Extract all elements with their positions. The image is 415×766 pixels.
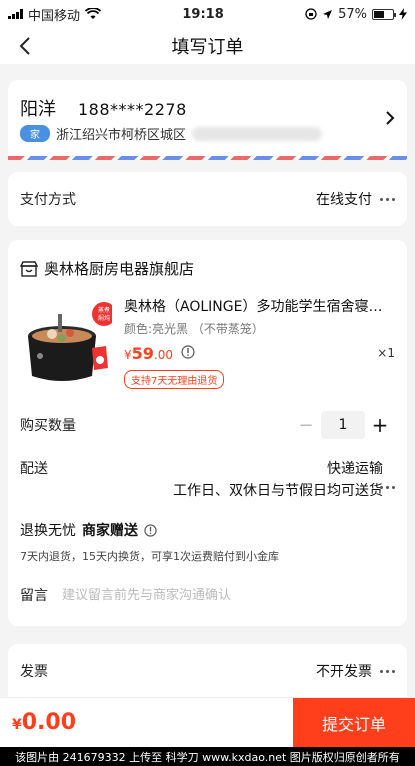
address-stripe — [8, 156, 407, 160]
product-price: ¥ 59 .00 — [124, 344, 195, 363]
price-symbol: ¥ — [124, 348, 132, 362]
service-gift: 商家赠送 — [82, 523, 138, 539]
shop-card: 奥林格厨房电器旗舰店 蒸煮 焖炖 奥林格（AOLINGE）多功能学生宿舍寝… 颜… — [8, 240, 407, 626]
payment-value-wrap: 在线支付 — [316, 189, 395, 209]
checkout-bar: ¥ 0.00 提交订单 — [0, 697, 415, 748]
order-total: ¥ 0.00 — [0, 710, 76, 735]
rotation-lock-icon — [305, 8, 317, 20]
address-card[interactable]: 阳洋 188****2278 家 浙江绍兴市柯桥区城区 — [8, 80, 407, 160]
note-row: 留言 — [20, 584, 395, 606]
quantity-row: 购买数量 − 1 + — [20, 410, 395, 440]
service-name: 退换无忧 — [20, 523, 76, 539]
increment-button[interactable]: + — [365, 411, 395, 439]
watermark-strip: 该图片由 241679332 上传至 科学刀 www.kxdao.net 图片版… — [0, 747, 415, 766]
page-title: 填写订单 — [171, 37, 244, 58]
recipient-phone: 188****2278 — [78, 100, 187, 119]
product-image-tag-2: 焖炖 — [98, 314, 110, 322]
status-time: 19:18 — [182, 6, 224, 22]
status-left: 中国移动 — [8, 5, 102, 24]
product-quantity: ×1 — [377, 346, 395, 360]
price-integer: 59 — [131, 344, 154, 363]
more-dots-icon — [380, 486, 395, 489]
quantity-label: 购买数量 — [20, 418, 76, 434]
location-icon — [323, 9, 333, 19]
note-label: 留言 — [20, 588, 48, 604]
carrier-name: 中国移动 — [28, 8, 81, 24]
info-icon[interactable] — [181, 345, 195, 359]
back-arrow-icon[interactable] — [16, 36, 36, 56]
charging-icon — [399, 8, 407, 20]
service-title: 退换无忧 商家赠送 — [20, 520, 395, 540]
delivery-row[interactable]: 配送 快递运输 工作日、双休日与节假日均可送货 — [20, 458, 395, 499]
quantity-stepper: − 1 + — [291, 411, 395, 439]
signal-icon — [8, 9, 23, 19]
status-right: 57% — [305, 7, 407, 22]
address-text: 浙江绍兴市柯桥区城区 — [56, 128, 187, 143]
invoice-value-wrap: 不开发票 — [316, 661, 395, 681]
battery-fill — [374, 10, 385, 18]
price-decimal: .00 — [153, 348, 173, 362]
more-dots-icon — [380, 669, 395, 673]
invoice-row[interactable]: 发票 不开发票 — [8, 644, 407, 698]
shop-header[interactable]: 奥林格厨房电器旗舰店 — [20, 258, 194, 279]
battery-icon — [372, 8, 396, 20]
wifi-icon — [85, 8, 102, 19]
chevron-right-icon — [386, 111, 395, 125]
delivery-label: 配送 — [20, 461, 48, 477]
delivery-note: 工作日、双休日与节假日均可送货 — [173, 483, 383, 499]
decrement-button[interactable]: − — [291, 411, 321, 439]
product-spec: 颜色:亮光黑 （不带蒸笼） — [124, 322, 264, 336]
total-symbol: ¥ — [12, 717, 22, 733]
payment-row[interactable]: 支付方式 在线支付 — [8, 172, 407, 226]
submit-order-button[interactable]: 提交订单 — [293, 697, 415, 748]
more-dots-icon — [380, 197, 395, 201]
recipient-name: 阳洋 — [20, 99, 56, 120]
store-icon — [20, 260, 38, 277]
shop-name: 奥林格厨房电器旗舰店 — [44, 260, 195, 278]
product-title[interactable]: 奥林格（AOLINGE）多功能学生宿舍寝… — [124, 296, 387, 316]
status-bar: 中国移动 19:18 57% — [0, 0, 415, 28]
address-contact: 阳洋 188****2278 — [20, 95, 187, 121]
product-image[interactable]: 蒸煮 焖炖 — [20, 296, 112, 388]
payment-value: 在线支付 — [316, 192, 372, 208]
service-info-icon[interactable] — [144, 523, 157, 537]
delivery-method: 快递运输 — [327, 461, 383, 477]
product-image-tag-1: 蒸煮 — [98, 306, 110, 314]
address-line: 家 浙江绍兴市柯桥区城区 — [20, 124, 323, 143]
service-row: 退换无忧 商家赠送 7天内退货，15天内换货，可享1次运费赔付到小金库 — [20, 520, 395, 564]
invoice-value: 不开发票 — [316, 664, 372, 680]
return-policy-badge: 支持7天无理由退货 — [124, 370, 225, 389]
payment-label: 支付方式 — [20, 192, 76, 208]
total-value: 0.00 — [21, 710, 77, 735]
address-tag: 家 — [20, 125, 50, 142]
invoice-label: 发票 — [20, 664, 48, 680]
battery-percent: 57% — [338, 6, 367, 22]
note-input[interactable] — [62, 587, 395, 603]
nav-bar: 填写订单 — [0, 28, 415, 64]
service-description: 7天内退货，15天内换货，可享1次运费赔付到小金库 — [20, 550, 279, 563]
quantity-value[interactable]: 1 — [321, 411, 365, 439]
address-blurred — [192, 126, 323, 141]
